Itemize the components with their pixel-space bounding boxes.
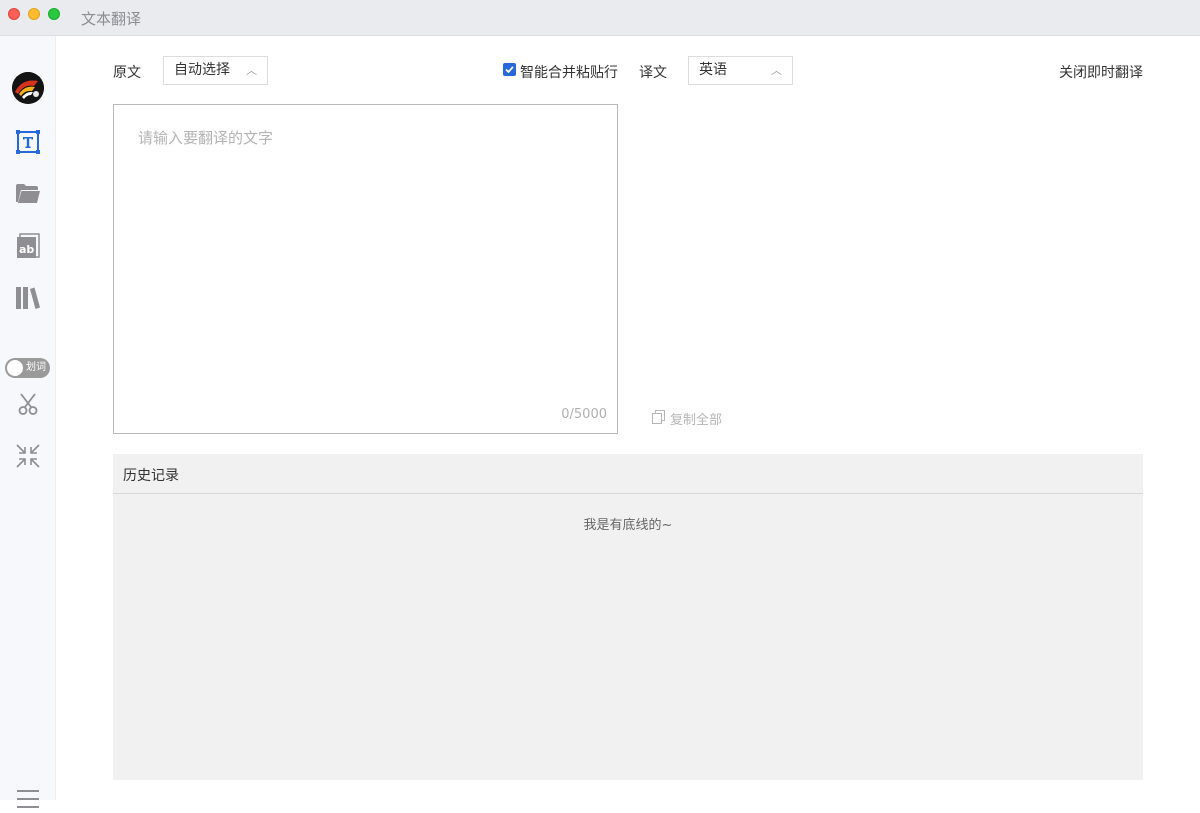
folder-icon	[15, 183, 41, 209]
target-language-value: 英语	[699, 62, 727, 78]
text-translate-nav[interactable]	[0, 124, 56, 164]
ab-document-icon: ab	[16, 233, 40, 263]
source-text-input[interactable]	[114, 105, 617, 433]
minimize-window-button[interactable]	[28, 8, 40, 20]
char-counter: 0/5000	[561, 407, 607, 422]
chevron-up-icon: ︿	[771, 64, 782, 77]
chevron-up-icon: ︿	[246, 64, 257, 77]
instant-translate-toggle-button[interactable]: 关闭即时翻译	[1059, 62, 1143, 82]
library-icon	[15, 286, 41, 314]
source-language-value: 自动选择	[174, 62, 230, 78]
toggle-label: 划词	[26, 362, 46, 373]
history-empty-text: 我是有底线的~	[583, 518, 673, 533]
file-translate-nav[interactable]	[0, 176, 56, 216]
history-header: 历史记录	[113, 454, 1143, 494]
source-label: 原文	[113, 65, 141, 81]
scissors-icon	[16, 392, 40, 420]
text-translate-icon	[15, 129, 41, 159]
window-title: 文本翻译	[81, 10, 142, 28]
history-panel: 历史记录 我是有底线的~	[113, 454, 1143, 780]
history-title: 历史记录	[123, 468, 179, 484]
menu-icon	[16, 790, 40, 813]
menu-button[interactable]	[16, 789, 40, 813]
avatar[interactable]	[12, 72, 44, 104]
close-window-button[interactable]	[8, 8, 20, 20]
copy-all-button[interactable]: 复制全部	[652, 409, 722, 428]
title-bar: 文本翻译	[0, 0, 1200, 36]
zoom-window-button[interactable]	[48, 8, 60, 20]
svg-text:ab: ab	[19, 243, 34, 256]
screenshot-translate-nav[interactable]	[0, 386, 56, 426]
shrink-icon	[15, 443, 41, 473]
document-translate-nav[interactable]: ab	[0, 228, 56, 268]
word-select-toggle[interactable]: 划词	[5, 358, 50, 378]
copy-all-label: 复制全部	[670, 413, 723, 428]
library-nav[interactable]	[0, 280, 56, 320]
source-language-select[interactable]: 自动选择 ︿	[163, 56, 268, 85]
smart-merge-label[interactable]: 智能合并粘贴行	[520, 62, 618, 82]
toggle-knob	[7, 360, 23, 376]
source-text-area: 0/5000	[113, 104, 618, 434]
target-label: 译文	[639, 65, 667, 81]
target-language-select[interactable]: 英语 ︿	[688, 56, 793, 85]
copy-icon	[652, 409, 670, 428]
smart-merge-checkbox[interactable]	[503, 63, 516, 76]
mini-window-nav[interactable]	[0, 438, 56, 478]
sidebar: ab 划词	[0, 36, 56, 808]
